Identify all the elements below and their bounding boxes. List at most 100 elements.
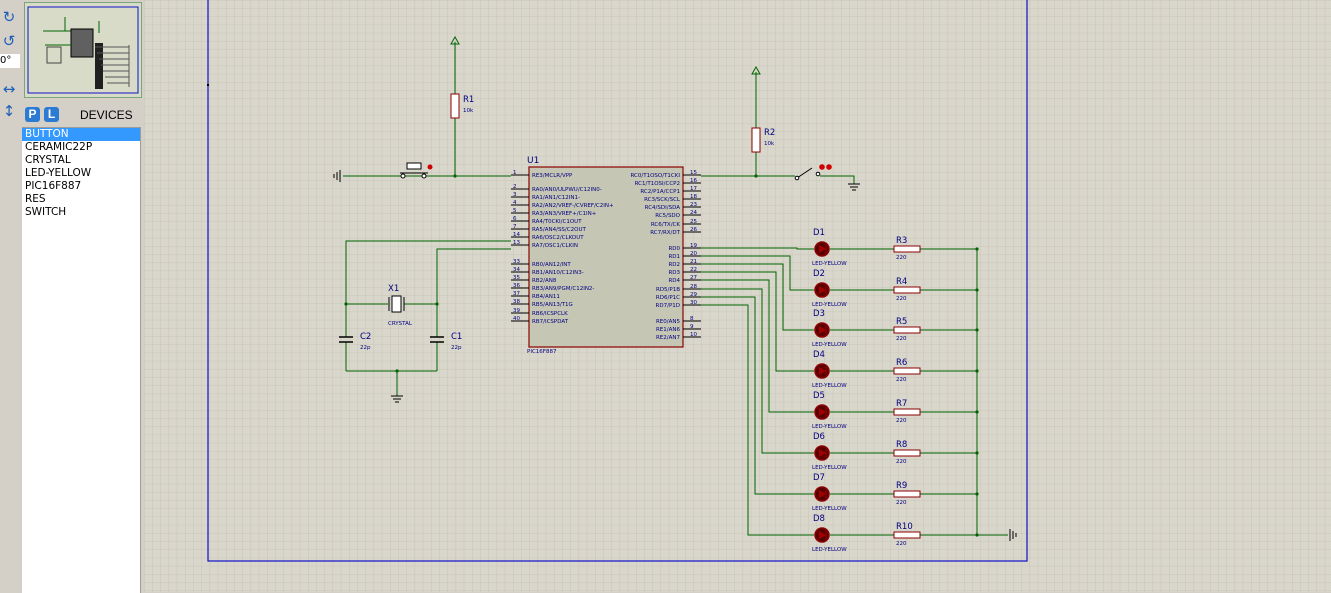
label: RD5/P1B [656,287,680,293]
label: 26 [690,227,697,233]
label: RA4/T0CKI/C1OUT [532,219,582,225]
label: 28 [690,284,697,290]
label: 25 [690,219,697,225]
label: RA6/OSC2/CLKOUT [532,235,584,241]
device-item-led-yellow[interactable]: LED-YELLOW [22,167,140,180]
label: PIC16F887 [527,349,557,355]
label: 21 [690,259,697,265]
label: R4 [896,277,907,287]
pushbutton-cap [406,162,422,170]
label: R1 [463,95,474,105]
label: 220 [896,377,907,383]
device-item-crystal[interactable]: CRYSTAL [22,154,140,167]
label: 220 [896,296,907,302]
label: 23 [690,202,697,208]
label: RC3/SCK/SCL [644,197,681,203]
label: 38 [513,299,520,305]
label: 6 [513,216,517,222]
label: 2 [513,184,517,190]
crystal-x1-body [391,295,402,313]
label: 220 [896,336,907,342]
label: D5 [813,391,825,401]
overview-thumbnail [27,6,139,94]
resistor-r4 [893,286,921,294]
label: C2 [360,332,371,342]
label: 33 [513,259,520,265]
label: 1 [513,170,517,176]
label: 16 [690,178,697,184]
label: 27 [690,275,697,281]
label: U1 [527,156,539,166]
devices-title: DEVICES [80,108,133,122]
label: RB3/AN9/PGM/C12IN2- [532,286,594,292]
label: 40 [513,316,520,322]
device-item-button[interactable]: BUTTON [22,128,140,141]
rotate-anticlockwise-icon[interactable]: ↺ [0,32,18,50]
library-manager-button[interactable]: L [44,107,59,122]
label: 22p [360,345,371,351]
label: RC1/T1OSI/CCP2 [635,181,680,187]
label: 10k [463,108,474,114]
resistor-r2 [751,127,761,153]
rotate-clockwise-icon[interactable]: ↻ [0,8,18,26]
pin-state-indicator [427,164,433,170]
label: RA3/AN3/VREF+/C1IN+ [532,211,597,217]
label: 10k [764,141,775,147]
mirror-horizontal-icon[interactable]: ↔ [0,80,18,98]
label: 7 [513,224,517,230]
label: RD0 [668,246,680,252]
label: 15 [690,170,697,176]
left-panel: P L DEVICES BUTTON CERAMIC22P CRYSTAL LE… [22,0,144,593]
mirror-vertical-icon[interactable]: ↕ [0,102,18,120]
device-item-res[interactable]: RES [22,193,140,206]
label: 17 [690,186,697,192]
label: 37 [513,291,520,297]
label: RB4/AN11 [532,294,560,300]
label: LED-YELLOW [812,424,847,430]
label: RD6/P1C [656,295,680,301]
label: R7 [896,399,907,409]
label: RE1/AN6 [656,327,681,333]
rotation-angle-field[interactable]: 0° [0,54,20,68]
label: RE2/AN7 [656,335,681,341]
label: R8 [896,440,907,450]
resistor-r6 [893,367,921,375]
schematic-canvas[interactable]: U1 PIC16F887 1 RE3/MCLR/VPP 2 RA0/AN0/ULPWU/C… [144,0,1331,592]
label: RA2/AN2/VREF-/CVREF/C2IN+ [532,203,614,209]
resistor-r9 [893,490,921,498]
label: 18 [690,194,697,200]
label: 24 [690,210,697,216]
pushbutton-contact [400,173,406,179]
label: R6 [896,358,907,368]
label: LED-YELLOW [812,302,847,308]
label: D4 [813,350,825,360]
label: R9 [896,481,907,491]
label: CRYSTAL [388,321,413,327]
label: RA7/OSC1/CLKIN [532,243,578,249]
label: RB7/ICSPDAT [532,319,569,325]
label: 35 [513,275,520,281]
device-item-ceramic22p[interactable]: CERAMIC22P [22,141,140,154]
label: LED-YELLOW [812,342,847,348]
label: RB1/AN10/C12IN3- [532,270,584,276]
pick-devices-button[interactable]: P [25,107,40,122]
label: LED-YELLOW [812,506,847,512]
device-item-pic16f887[interactable]: PIC16F887 [22,180,140,193]
label: RC6/TX/CK [651,222,681,228]
label: RD4 [668,278,680,284]
resistor-r7 [893,408,921,416]
pin-state-indicator [819,164,825,170]
device-list[interactable]: BUTTON CERAMIC22P CRYSTAL LED-YELLOW PIC… [22,127,141,593]
device-item-switch[interactable]: SWITCH [22,206,140,219]
schematic-workspace[interactable]: U1 PIC16F887 1 RE3/MCLR/VPP 2 RA0/AN0/ULPWU/C… [144,0,1331,592]
label: 20 [690,251,697,257]
label: 14 [513,232,520,238]
label: 5 [513,208,517,214]
label: RA5/AN4/SS/C2OUT [532,227,586,233]
resistor-r10 [893,531,921,539]
label: D8 [813,514,825,524]
label: 9 [690,324,694,330]
overview-window[interactable] [24,2,142,98]
label: RC0/T1OSO/T1CKI [630,173,680,179]
label: RB2/AN8 [532,278,557,284]
